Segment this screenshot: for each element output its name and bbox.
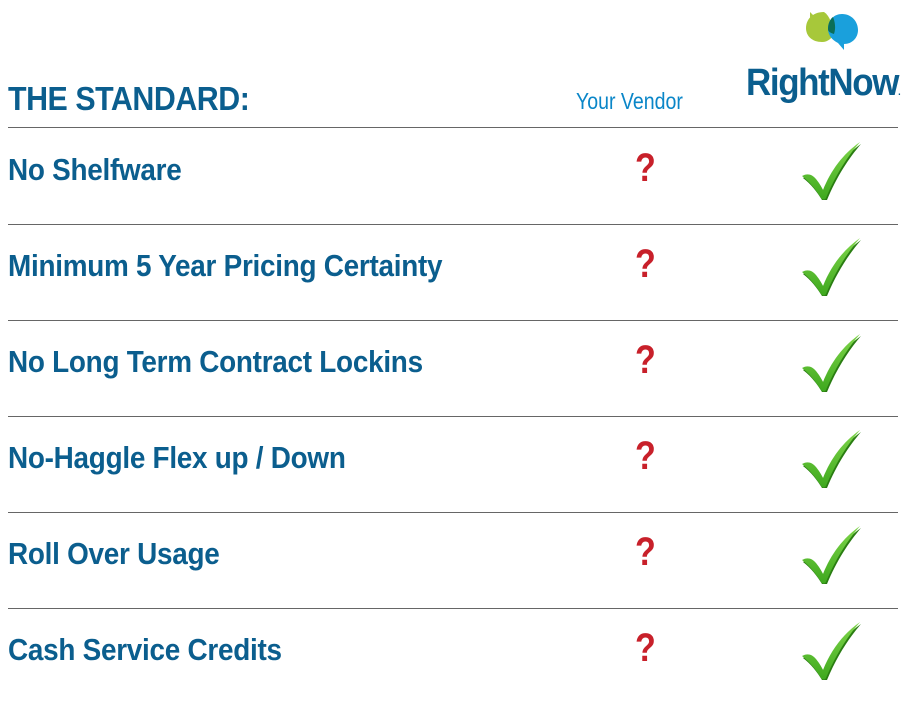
table-row: Minimum 5 Year Pricing Certainty? bbox=[0, 224, 910, 320]
row-label: No Shelfware bbox=[8, 152, 182, 187]
vendor-question-mark: ? bbox=[635, 626, 656, 670]
check-icon bbox=[802, 526, 861, 584]
vendor-question-mark: ? bbox=[635, 434, 656, 478]
row-label: No Long Term Contract Lockins bbox=[8, 344, 423, 379]
row-label: Minimum 5 Year Pricing Certainty bbox=[8, 248, 443, 283]
brand-name: RightNow. bbox=[746, 62, 901, 104]
table-row: No-Haggle Flex up / Down? bbox=[0, 416, 910, 512]
check-icon bbox=[802, 142, 861, 200]
row-label: Roll Over Usage bbox=[8, 536, 220, 571]
check-icon bbox=[802, 622, 861, 680]
vendor-question-mark: ? bbox=[635, 530, 656, 574]
table-row: Cash Service Credits? bbox=[0, 608, 910, 704]
vendor-column-header: Your Vendor bbox=[576, 88, 683, 114]
rightnow-logo: RightNow. bbox=[744, 8, 910, 118]
row-label: No-Haggle Flex up / Down bbox=[8, 440, 346, 475]
check-icon bbox=[802, 430, 861, 488]
vendor-question-mark: ? bbox=[635, 242, 656, 286]
table-row: No Long Term Contract Lockins? bbox=[0, 320, 910, 416]
vendor-question-mark: ? bbox=[635, 338, 656, 382]
row-label: Cash Service Credits bbox=[8, 632, 282, 667]
table-row: No Shelfware? bbox=[0, 128, 910, 224]
check-icon bbox=[802, 334, 861, 392]
vendor-question-mark: ? bbox=[635, 146, 656, 190]
page-title: THE STANDARD: bbox=[8, 80, 250, 117]
check-icon bbox=[802, 238, 861, 296]
table-row: Roll Over Usage? bbox=[0, 512, 910, 608]
speech-bubbles-icon bbox=[806, 12, 858, 50]
